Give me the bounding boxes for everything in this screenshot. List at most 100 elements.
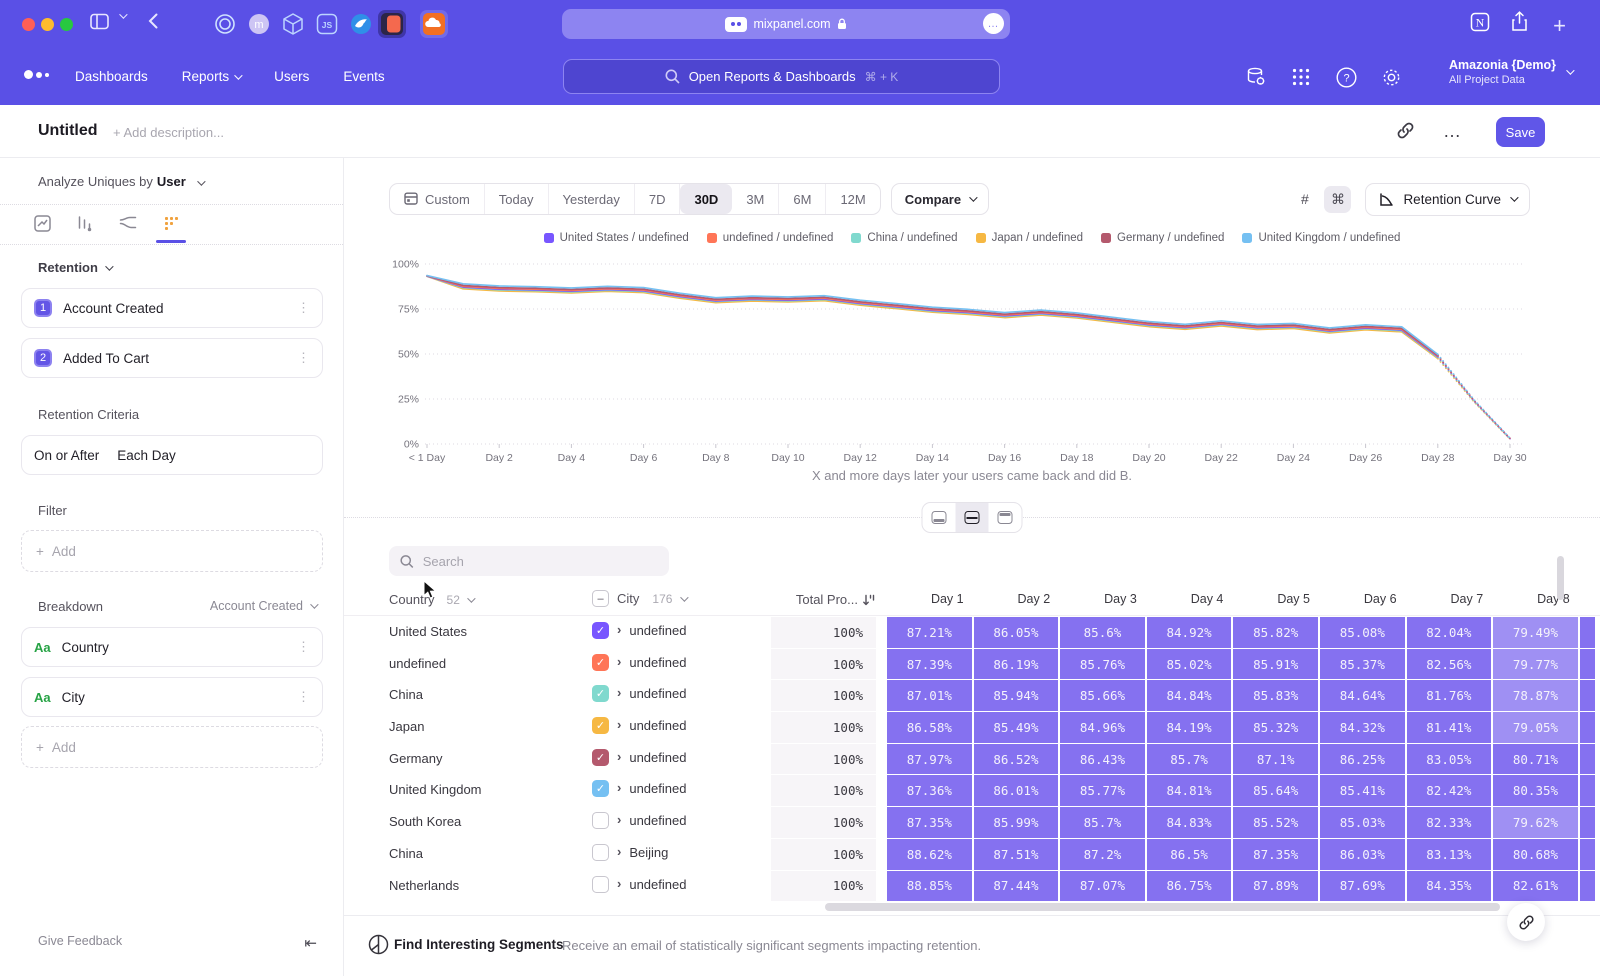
tab-retention[interactable] (157, 206, 185, 240)
chevron-right-icon[interactable]: › (617, 876, 621, 891)
chevron-right-icon[interactable]: › (617, 780, 621, 795)
step-card-account-created[interactable]: 1 Account Created ⋮ (21, 288, 323, 328)
notion-icon[interactable]: N (1470, 12, 1490, 32)
command-icon[interactable]: ⌘ (1324, 186, 1351, 213)
settings-gear-icon[interactable] (1377, 63, 1405, 91)
retention-cell[interactable]: 84.84% (1147, 680, 1232, 711)
page-title[interactable]: Untitled (38, 122, 98, 140)
row-checkbox[interactable]: ✓ (592, 749, 609, 766)
collapse-sidebar-icon[interactable]: ⇤ (304, 934, 317, 952)
retention-cell[interactable]: 85.03% (1320, 807, 1405, 838)
retention-cell[interactable]: 85.6% (1060, 617, 1145, 648)
criteria-on-or-after[interactable]: On or After (34, 448, 99, 463)
analyze-uniques-row[interactable]: Analyze Uniques byUser (38, 174, 203, 189)
annotations-icon[interactable]: # (1291, 186, 1318, 213)
layout-split[interactable] (956, 503, 989, 532)
kebab-menu-icon[interactable]: ⋮ (297, 350, 310, 366)
range-7d[interactable]: 7D (635, 184, 681, 214)
sidebar-toggle-icon[interactable] (90, 13, 109, 30)
nav-item-dashboards[interactable]: Dashboards (75, 69, 148, 84)
retention-cell[interactable]: 87.21% (887, 617, 972, 648)
retention-cell[interactable]: 84.19% (1147, 712, 1232, 743)
rings-icon[interactable] (211, 10, 239, 38)
retention-cell[interactable]: 85.52% (1233, 807, 1318, 838)
retention-cell[interactable]: 86.58% (887, 712, 972, 743)
retention-cell[interactable]: 85.91% (1233, 649, 1318, 680)
row-checkbox[interactable] (592, 876, 609, 893)
chevron-right-icon[interactable]: › (617, 654, 621, 669)
avatar-m-icon[interactable]: m (245, 10, 273, 38)
layout-table-focus[interactable] (989, 503, 1022, 532)
retention-cell[interactable]: 85.83% (1233, 680, 1318, 711)
mixpanel-tab-icon[interactable] (378, 10, 406, 38)
give-feedback-link[interactable]: Give Feedback (38, 934, 122, 948)
retention-cell[interactable]: 85.41% (1320, 775, 1405, 806)
kebab-menu-icon[interactable]: ⋮ (297, 639, 310, 655)
legend-item[interactable]: Germany / undefined (1101, 232, 1224, 244)
retention-cell[interactable]: 78.87% (1493, 680, 1578, 711)
column-header-city[interactable]: – City176 (592, 590, 686, 607)
column-header-day-5[interactable]: Day 5 (1233, 592, 1318, 606)
add-breakdown-button[interactable]: +Add (21, 726, 323, 768)
retention-cell[interactable]: 86.03% (1320, 839, 1405, 870)
chevron-right-icon[interactable]: › (617, 622, 621, 637)
column-header-day-6[interactable]: Day 6 (1320, 592, 1405, 606)
row-checkbox[interactable]: ✓ (592, 685, 609, 702)
js-icon[interactable]: JS (313, 10, 341, 38)
retention-cell[interactable]: 87.97% (887, 744, 972, 775)
table-search-input[interactable] (423, 554, 658, 569)
row-checkbox[interactable]: ✓ (592, 780, 609, 797)
select-all-checkbox[interactable]: – (592, 590, 609, 607)
retention-cell[interactable]: 84.92% (1147, 617, 1232, 648)
column-header-day-4[interactable]: Day 4 (1147, 592, 1232, 606)
retention-cell[interactable]: 85.02% (1147, 649, 1232, 680)
retention-cell[interactable]: 85.7% (1147, 744, 1232, 775)
cube-icon[interactable] (279, 10, 307, 38)
chart-type-selector[interactable]: Retention Curve (1365, 183, 1530, 216)
save-button[interactable]: Save (1496, 117, 1545, 147)
retention-cell[interactable]: 80.71% (1493, 744, 1578, 775)
retention-cell[interactable]: 83.05% (1407, 744, 1492, 775)
add-filter-button[interactable]: +Add (21, 530, 323, 572)
retention-cell[interactable]: 88.85% (887, 871, 972, 902)
help-icon[interactable]: ? (1332, 63, 1360, 91)
criteria-card[interactable]: On or After Each Day (21, 435, 323, 475)
column-header-total[interactable]: Total Pro... (771, 592, 876, 607)
retention-cell[interactable]: 85.82% (1233, 617, 1318, 648)
retention-cell[interactable]: 81.76% (1407, 680, 1492, 711)
retention-cell[interactable]: 87.2% (1060, 839, 1145, 870)
compare-button[interactable]: Compare (891, 183, 989, 215)
retention-cell[interactable]: 82.56% (1407, 649, 1492, 680)
retention-cell[interactable]: 85.08% (1320, 617, 1405, 648)
legend-item[interactable]: Japan / undefined (976, 232, 1083, 244)
chevron-right-icon[interactable]: › (617, 717, 621, 732)
column-header-day-3[interactable]: Day 3 (1060, 592, 1145, 606)
retention-cell[interactable]: 87.07% (1060, 871, 1145, 902)
breakdown-card-country[interactable]: Aa Country ⋮ (21, 627, 323, 667)
retention-cell[interactable]: 87.51% (974, 839, 1059, 870)
retention-cell[interactable]: 87.1% (1233, 744, 1318, 775)
retention-cell[interactable]: 87.69% (1320, 871, 1405, 902)
horizontal-scrollbar[interactable] (825, 903, 1500, 911)
column-header-day-1[interactable]: Day 1 (887, 592, 972, 606)
close-window-button[interactable] (22, 18, 35, 31)
minimize-window-button[interactable] (41, 18, 54, 31)
retention-cell[interactable]: 82.33% (1407, 807, 1492, 838)
breakdown-event-selector[interactable]: Account Created (210, 599, 316, 613)
retention-section-label[interactable]: Retention (38, 260, 111, 275)
column-header-day-8[interactable]: Day 8 (1493, 592, 1578, 606)
range-3m[interactable]: 3M (732, 184, 779, 214)
nav-item-reports[interactable]: Reports (182, 69, 240, 84)
retention-cell[interactable]: 84.32% (1320, 712, 1405, 743)
retention-cell[interactable]: 79.62% (1493, 807, 1578, 838)
apps-grid-icon[interactable] (1287, 63, 1315, 91)
retention-cell[interactable]: 85.99% (974, 807, 1059, 838)
share-icon[interactable] (1511, 11, 1528, 32)
new-tab-icon[interactable]: + (1553, 13, 1566, 39)
retention-cell[interactable]: 87.39% (887, 649, 972, 680)
retention-cell[interactable]: 84.83% (1147, 807, 1232, 838)
vertical-scrollbar[interactable] (1557, 556, 1564, 600)
legend-item[interactable]: United States / undefined (544, 232, 689, 244)
range-today[interactable]: Today (485, 184, 549, 214)
retention-cell[interactable]: 80.35% (1493, 775, 1578, 806)
